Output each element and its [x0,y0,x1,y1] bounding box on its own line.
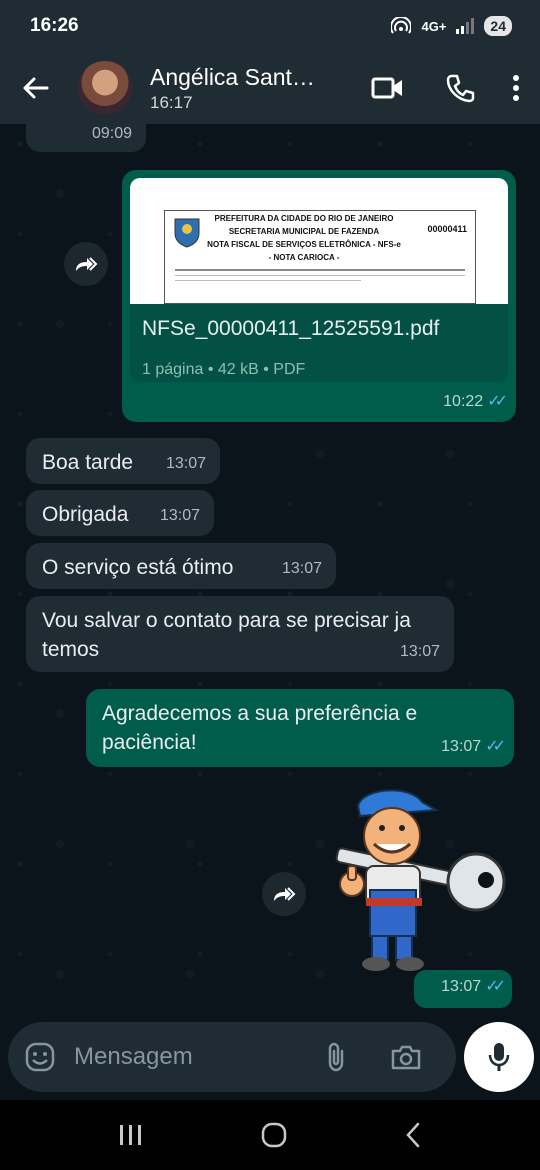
doc-title-2: SECRETARIA MUNICIPAL DE FAZENDA [228,227,380,236]
message-text: Agradecemos a sua preferência e paciênci… [102,702,418,754]
message-text: Boa tarde [42,451,134,474]
arrow-left-icon [23,77,49,99]
doc-divider [175,280,361,281]
document-file-name: NFSe_00000411_12525591.pdf [142,317,440,340]
doc-title-1: PREFEITURA DA CIDADE DO RIO DE JANEIRO [214,214,394,223]
voice-message-button[interactable] [464,1022,534,1092]
message-composer [8,1022,456,1092]
document-thumbnail: PREFEITURA DA CIDADE DO RIO DE JANEIRO S… [164,210,476,304]
phone-icon [446,74,475,103]
avatar[interactable] [78,61,132,115]
document-message[interactable]: PREFEITURA DA CIDADE DO RIO DE JANEIRO S… [122,170,516,422]
sticker-message[interactable] [326,780,510,974]
message-time: 13:07 [441,978,482,995]
status-icons: 4G+ 24 [391,16,512,36]
document-file-info: 1 página • 42 kB • PDF [142,361,306,378]
message-incoming[interactable]: O serviço está ótimo 13:07 [26,543,336,589]
document-info: NFSe_00000411_12525591.pdf 1 página • 42… [130,304,508,382]
message-time: 13:07 [159,507,200,524]
message-text: Obrigada [42,503,129,526]
message-outgoing[interactable]: Agradecemos a sua preferência e paciênci… [86,689,514,767]
emoji-icon[interactable] [24,1041,56,1073]
city-crest-icon [174,218,200,248]
system-nav-bar [0,1100,540,1170]
hotspot-icon [391,17,412,34]
message-text: Vou salvar o contato para se precisar ja… [42,609,411,661]
message-time-row: 13:07 ✓✓ [441,972,506,1001]
status-time: 16:26 [30,15,79,36]
message-incoming[interactable]: Vou salvar o contato para se precisar ja… [26,596,454,672]
doc-divider [175,269,465,271]
message-time: 13:07 [281,560,322,577]
message-incoming[interactable]: Ok 09:09 [26,124,146,152]
message-time: 10:22 [443,393,484,410]
video-call-button[interactable] [352,52,424,124]
double-check-icon: ✓✓ [485,978,506,995]
doc-divider [175,275,465,276]
more-options-button[interactable] [496,52,536,124]
microphone-icon [488,1043,510,1071]
message-incoming[interactable]: Obrigada 13:07 [26,490,214,536]
contact-info[interactable]: Angélica Sant… 16:17 [150,64,340,113]
double-check-icon: ✓✓ [487,393,508,410]
camera-icon[interactable] [390,1043,422,1071]
network-type: 4G+ [421,18,447,34]
message-input[interactable] [74,1043,314,1071]
sticker-time-badge: 13:07 ✓✓ [414,970,512,1008]
contact-name: Angélica Sant… [150,63,315,90]
chat-area[interactable]: Ok 09:09 PREFEITURA DA CIDADE DO RIO DE … [0,124,540,1100]
status-bar: 16:26 4G+ 24 [0,0,540,52]
battery-level: 24 [484,16,512,36]
message-time: 13:07 [165,455,206,472]
back-nav-icon[interactable] [404,1122,422,1148]
forward-button[interactable] [64,242,108,286]
message-text: O serviço está ótimo [42,556,234,579]
message-time: 13:07 [399,643,440,660]
signal-icon [456,18,475,34]
doc-title-3: NOTA FISCAL DE SERVIÇOS ELETRÔNICA - NFS… [207,240,401,249]
attachment-icon[interactable] [324,1041,348,1073]
last-seen: 16:17 [150,92,193,112]
message-time-row: 13:07 ✓✓ [441,732,506,761]
message-incoming[interactable]: Boa tarde 13:07 [26,438,220,484]
message-time: 13:07 [441,738,482,755]
more-vertical-icon [513,75,519,101]
mechanic-with-key-sticker [335,789,506,971]
video-camera-icon [371,77,402,99]
back-button[interactable] [0,52,70,124]
message-time-row: 10:22 ✓✓ [443,387,508,416]
doc-title-4: - NOTA CARIOCA - [268,253,340,262]
chat-header: Angélica Sant… 16:17 [0,52,540,124]
double-check-icon: ✓✓ [485,738,506,755]
message-time: 09:09 [91,125,132,142]
forward-icon [76,257,98,271]
doc-number: 00000411 [427,224,467,234]
recent-apps-icon[interactable] [118,1123,144,1147]
voice-call-button[interactable] [424,52,496,124]
message-text: Ok [42,124,69,129]
forward-button[interactable] [262,872,306,916]
document-preview[interactable]: PREFEITURA DA CIDADE DO RIO DE JANEIRO S… [130,178,508,304]
home-icon[interactable] [261,1122,287,1148]
forward-icon [274,887,296,901]
